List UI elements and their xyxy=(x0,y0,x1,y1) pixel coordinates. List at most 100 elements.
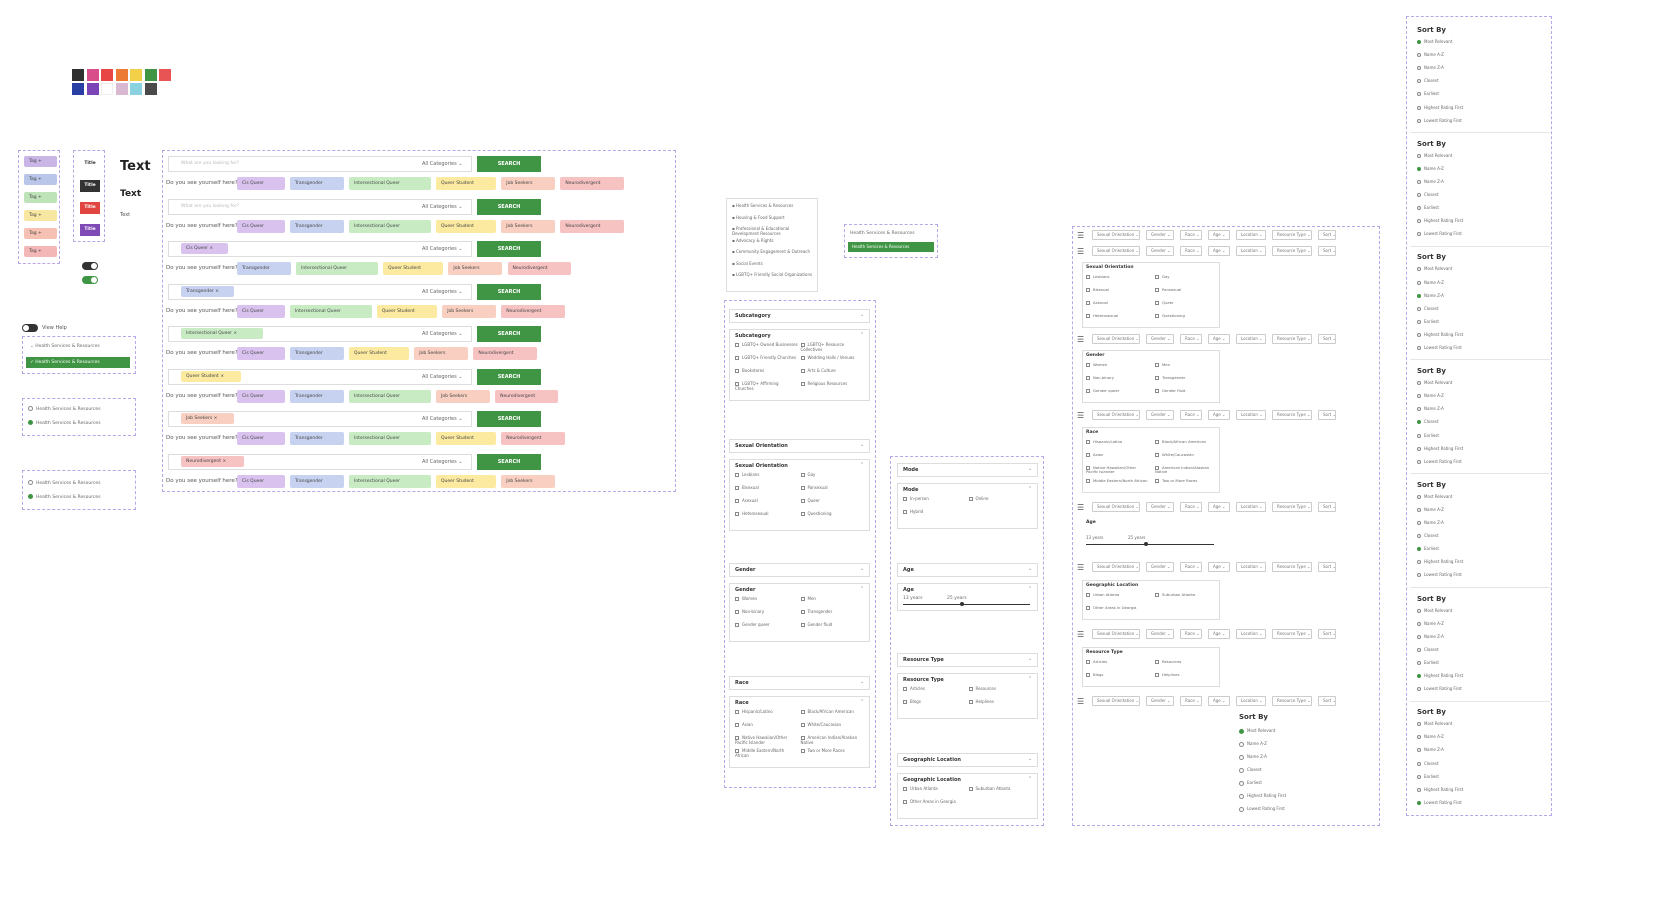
bar-sexual-orientation-dropdown-option[interactable]: Lesbians xyxy=(1086,275,1149,279)
filter-chip-sort[interactable]: Sort ⌄ xyxy=(1318,562,1336,572)
bar-geo-dropdown-option[interactable]: Urban Atlanta xyxy=(1086,593,1149,597)
bar-race-dropdown-option[interactable]: Two or More Races xyxy=(1155,479,1218,483)
all-categories-dropdown[interactable]: All Categories ⌄ xyxy=(422,416,463,422)
category-menu-item[interactable]: ▪ Professional & Educational Development… xyxy=(732,226,814,236)
sort-option[interactable]: Lowest Rating First xyxy=(1417,686,1462,692)
filter-chip-sort[interactable]: Sort ⌄ xyxy=(1318,629,1336,639)
bar-sexual-orientation-dropdown-option[interactable]: Gay xyxy=(1155,275,1218,279)
view-help-toggle[interactable] xyxy=(22,324,38,332)
sexual-orientation-panel-option[interactable]: Asexual xyxy=(735,498,799,504)
toggle-on[interactable] xyxy=(82,276,98,284)
bottom-sort-option[interactable]: Name A-Z xyxy=(1239,741,1267,747)
filter-sliders-icon[interactable]: ☰ xyxy=(1077,231,1084,240)
race-panel-option[interactable]: Middle Eastern/North African xyxy=(735,748,799,758)
health-dropdown-selected[interactable]: ✓ Health Services & Resources xyxy=(26,357,130,368)
search-query-chip[interactable]: Queer Student × xyxy=(181,370,241,382)
subcategory-panel-option[interactable]: Arts & Culture xyxy=(800,368,865,374)
search-button[interactable]: SEARCH xyxy=(477,368,541,385)
bar-gender-dropdown-option[interactable]: Non-binary xyxy=(1086,376,1149,380)
all-categories-dropdown[interactable]: All Categories ⌄ xyxy=(422,459,463,465)
sort-option[interactable]: Most Relevant xyxy=(1417,608,1452,613)
sort-option[interactable]: Name Z-A xyxy=(1417,747,1444,753)
sort-option[interactable]: Highest Rating First xyxy=(1417,105,1463,110)
tag-chip[interactable]: Tag + xyxy=(24,210,57,221)
all-categories-dropdown[interactable]: All Categories ⌄ xyxy=(422,331,463,337)
sort-option[interactable]: Lowest Rating First xyxy=(1417,800,1462,805)
gender-panel-option[interactable]: Gender queer xyxy=(735,622,799,628)
sort-option[interactable]: Lowest Rating First xyxy=(1417,459,1462,464)
identity-tag[interactable]: Queer Student xyxy=(436,474,497,488)
age-slider-track[interactable] xyxy=(903,604,1030,605)
identity-tag[interactable]: Job Seekers xyxy=(436,389,491,403)
identity-tag[interactable]: Transgender xyxy=(289,432,344,445)
identity-tag[interactable]: Neurodivergent xyxy=(501,304,565,318)
identity-tag[interactable]: Intersectional Queer xyxy=(349,219,431,233)
filter-chip-age[interactable]: Age ⌄ xyxy=(1208,502,1230,512)
resource-type-panel-option[interactable]: Blogs xyxy=(903,699,967,705)
identity-tag[interactable]: Intersectional Queer xyxy=(349,432,431,445)
filter-chip-location[interactable]: Location ⌄ xyxy=(1236,410,1266,420)
filter-chip-race[interactable]: Race ⌄ xyxy=(1180,246,1202,256)
bottom-sort-option[interactable]: Most Relevant xyxy=(1239,728,1275,734)
bar-race-dropdown-option[interactable]: Asian xyxy=(1086,453,1149,457)
filter-chip-sort[interactable]: Sort ⌄ xyxy=(1318,230,1336,240)
gender-panel-option[interactable]: Women xyxy=(735,596,799,602)
sort-option[interactable]: Earliest xyxy=(1417,205,1439,211)
filter-chip-race[interactable]: Race ⌄ xyxy=(1180,502,1202,512)
filter-chip-location[interactable]: Location ⌄ xyxy=(1236,246,1266,256)
filter-chip-resource-type[interactable]: Resource Type ⌄ xyxy=(1272,562,1312,572)
bottom-sort-option[interactable]: Name Z-A xyxy=(1239,754,1267,760)
race-panel-option[interactable]: Two or More Races xyxy=(800,748,865,754)
bar-gender-dropdown-option[interactable]: Gender queer xyxy=(1086,389,1149,393)
identity-tag[interactable]: Cis Queer xyxy=(237,389,285,403)
filter-chip-sort[interactable]: Sort ⌄ xyxy=(1318,246,1336,256)
category-menu-item[interactable]: ▪ Advocacy & Rights xyxy=(732,238,814,244)
bar-gender-dropdown-option[interactable]: Gender fluid xyxy=(1155,389,1218,393)
identity-tag[interactable]: Transgender xyxy=(289,474,344,488)
search-query-chip[interactable]: Transgender × xyxy=(181,285,235,297)
sort-option[interactable]: Lowest Rating First xyxy=(1417,118,1462,123)
tag-chip[interactable]: Tag + xyxy=(24,174,57,185)
filter-chip-location[interactable]: Location ⌄ xyxy=(1236,562,1266,572)
bar-gender-dropdown-option[interactable]: Women xyxy=(1086,363,1149,367)
identity-tag[interactable]: Cis Queer xyxy=(237,432,285,445)
identity-tag[interactable]: Job Seekers xyxy=(501,474,556,488)
filter-chip-resource-type[interactable]: Resource Type ⌄ xyxy=(1272,246,1312,256)
sort-option[interactable]: Highest Rating First xyxy=(1417,673,1463,678)
geo-panel-option[interactable]: Urban Atlanta xyxy=(903,786,967,792)
sexual-orientation-panel-option[interactable]: Heterosexual xyxy=(735,511,799,517)
gender-panel-option[interactable]: Men xyxy=(800,596,865,602)
sort-option[interactable]: Name A-Z xyxy=(1417,166,1444,171)
search-button[interactable]: SEARCH xyxy=(477,283,541,300)
identity-tag[interactable]: Transgender xyxy=(289,347,344,360)
subcategory-panel-option[interactable]: Bookstores xyxy=(735,368,799,374)
bar-geo-dropdown-option[interactable]: Other Areas in Georgia xyxy=(1086,606,1149,610)
bar-sexual-orientation-dropdown-option[interactable]: Queer xyxy=(1155,301,1218,305)
filter-chip-age[interactable]: Age ⌄ xyxy=(1208,246,1230,256)
tag-chip[interactable]: Tag + xyxy=(24,228,57,239)
filter-chip-resource-type[interactable]: Resource Type ⌄ xyxy=(1272,502,1312,512)
identity-tag[interactable]: Job Seekers xyxy=(414,347,469,360)
age-panel-collapsed[interactable] xyxy=(897,563,1038,577)
subcategory-panel-option[interactable]: Religious Resources xyxy=(800,381,865,387)
identity-tag[interactable]: Queer Student xyxy=(349,347,410,360)
sexual-orientation-panel-option[interactable]: Queer xyxy=(800,498,865,504)
filter-chip-gender[interactable]: Gender ⌄ xyxy=(1146,410,1174,420)
filter-chip-age[interactable]: Age ⌄ xyxy=(1208,629,1230,639)
category-menu-item[interactable]: ▪ LGBTQ+ Friendly Social Organizations xyxy=(732,272,814,278)
filter-chip-age[interactable]: Age ⌄ xyxy=(1208,230,1230,240)
identity-tag[interactable]: Cis Queer xyxy=(237,304,285,318)
filter-sliders-icon[interactable]: ☰ xyxy=(1077,503,1084,512)
filter-chip-resource-type[interactable]: Resource Type ⌄ xyxy=(1272,334,1312,344)
bar-sexual-orientation-dropdown-option[interactable]: Bisexual xyxy=(1086,288,1149,292)
subcategory-panel-option[interactable]: LGBTQ+ Affirming Churches xyxy=(735,381,799,391)
bar-resource-type-dropdown-option[interactable]: Blogs xyxy=(1086,673,1149,677)
filter-chip-gender[interactable]: Gender ⌄ xyxy=(1146,562,1174,572)
filter-chip-sexual-orientation[interactable]: Sexual Orientation ⌄ xyxy=(1092,410,1140,420)
filter-sliders-icon[interactable]: ☰ xyxy=(1077,563,1084,572)
search-query-chip[interactable]: Cis Queer × xyxy=(181,243,228,254)
filter-chip-gender[interactable]: Gender ⌄ xyxy=(1146,230,1174,240)
health-dropdown-collapsed[interactable]: ⌄ Health Services & Resources xyxy=(30,344,100,349)
category-menu-item[interactable]: ▪ Health Services & Resources xyxy=(732,203,814,209)
sort-option[interactable]: Most Relevant xyxy=(1417,494,1452,499)
